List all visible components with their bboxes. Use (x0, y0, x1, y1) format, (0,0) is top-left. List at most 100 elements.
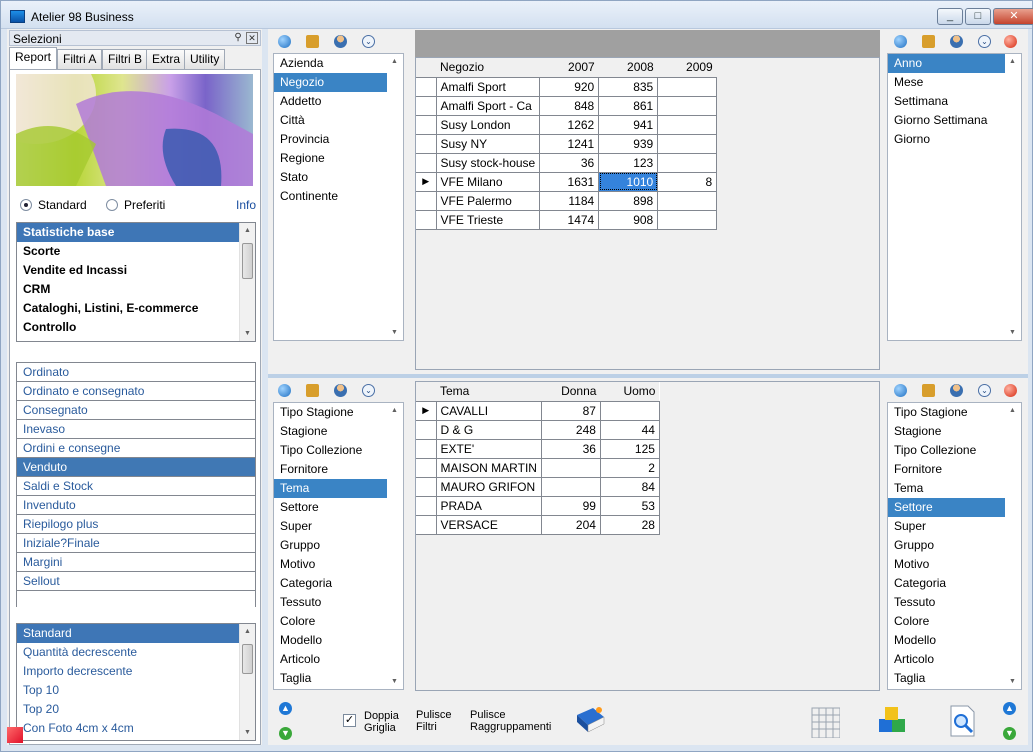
category-item[interactable]: Scorte (17, 242, 255, 261)
sort-item[interactable]: Top 20 (17, 700, 255, 719)
col-field-item[interactable]: Giorno (888, 130, 1021, 149)
grid-cell[interactable]: 835 (598, 76, 659, 97)
grid-cell-current[interactable]: 1010 (598, 171, 659, 192)
col-field-item[interactable]: Categoria (888, 574, 1021, 593)
table-row-current[interactable]: ▶ CAVALLI 87 (416, 400, 660, 421)
preferiti-radio[interactable] (106, 199, 118, 211)
col-field-item[interactable]: Taglia (888, 669, 1021, 688)
grid-cell[interactable]: 898 (598, 190, 659, 211)
tab-filtri-b[interactable]: Filtri B (102, 49, 148, 69)
row-field-item[interactable]: Provincia (274, 130, 403, 149)
box-icon[interactable] (306, 384, 319, 397)
user-icon[interactable] (950, 35, 963, 48)
top-col-scrollbar[interactable]: ▲ ▼ (1005, 54, 1021, 340)
grid-header[interactable]: 2008 (598, 58, 658, 77)
doppia-griglia-checkbox[interactable]: ✓ (343, 714, 356, 727)
grid-cell[interactable] (657, 190, 718, 211)
table-row[interactable]: VERSACE 204 28 (416, 514, 660, 535)
row-field-item[interactable]: Tessuto (274, 593, 403, 612)
pulisce-filtri-button-1[interactable]: Pulisce (416, 709, 451, 721)
dropdown-icon[interactable]: ⌄ (978, 35, 991, 48)
table-row[interactable]: D & G 248 44 (416, 419, 660, 440)
box-icon[interactable] (922, 35, 935, 48)
report-item[interactable]: Ordinato (17, 363, 255, 382)
box-icon[interactable] (306, 35, 319, 48)
sort-item[interactable]: Importo decrescente (17, 662, 255, 681)
pane-splitter[interactable] (268, 374, 1028, 378)
sort-list[interactable]: Standard Quantità decrescente Importo de… (16, 623, 256, 741)
grid-header[interactable]: Tema (436, 382, 542, 401)
col-field-item[interactable]: Tessuto (888, 593, 1021, 612)
row-field-item[interactable]: Stagione (274, 422, 403, 441)
grid-header[interactable]: Uomo (600, 382, 660, 401)
row-field-item[interactable]: Categoria (274, 574, 403, 593)
grid-cell[interactable]: 87 (540, 400, 601, 421)
search-doc-icon[interactable] (946, 704, 980, 738)
top-pivot-grid[interactable]: Negozio 2007 2008 2009 Amalfi Sport 920 83… (415, 57, 880, 370)
user-icon[interactable] (950, 384, 963, 397)
grid-cell[interactable] (657, 114, 718, 135)
category-item[interactable]: Statistiche base (17, 223, 255, 242)
top-row-fields[interactable]: Azienda Negozio Addetto Città Provincia … (273, 53, 404, 341)
sort-item[interactable]: Top 10 (17, 681, 255, 700)
close-pane-icon[interactable]: ✕ (246, 32, 258, 44)
grid-cell[interactable] (657, 95, 718, 116)
col-field-item[interactable]: Tipo Stagione (888, 403, 1021, 422)
row-field-item[interactable]: Colore (274, 612, 403, 631)
grid-cell[interactable] (540, 457, 601, 478)
globe-icon[interactable] (894, 384, 907, 397)
table-row[interactable]: EXTE' 36 125 (416, 438, 660, 459)
pulisce-raggruppamenti-button-1[interactable]: Pulisce (470, 709, 505, 721)
pin-icon[interactable]: ⚲ (232, 32, 244, 44)
col-field-item[interactable]: Tema (888, 479, 1021, 498)
cubes-icon[interactable] (876, 704, 910, 738)
grid-cell[interactable]: 36 (539, 152, 600, 173)
grid-cell[interactable]: 861 (598, 95, 659, 116)
table-row-current[interactable]: ▶ VFE Milano 1631 1010 8 (416, 171, 718, 192)
top-col-fields[interactable]: Anno Mese Settimana Giorno Settimana Gio… (887, 53, 1022, 341)
dropdown-icon[interactable]: ⌄ (362, 384, 375, 397)
table-row[interactable]: MAISON MARTIN 2 (416, 457, 660, 478)
row-field-item[interactable]: Continente (274, 187, 403, 206)
row-field-item[interactable]: Super (274, 517, 403, 536)
report-item[interactable]: Sellout (17, 572, 255, 591)
grid-cell[interactable]: VFE Palermo (435, 190, 541, 211)
row-field-item[interactable]: Addetto (274, 92, 403, 111)
grid-cell[interactable]: 1474 (539, 209, 600, 230)
table-row[interactable]: VFE Trieste 1474 908 (416, 209, 718, 230)
row-field-item[interactable]: Fornitore (274, 460, 403, 479)
grid-icon[interactable] (806, 704, 840, 738)
col-field-item[interactable]: Fornitore (888, 460, 1021, 479)
record-icon[interactable] (1004, 35, 1017, 48)
arrow-up-icon[interactable]: ▲ (279, 702, 292, 715)
col-field-item-selected[interactable]: Anno (888, 54, 1021, 73)
sort-scrollbar[interactable]: ▲ ▼ (239, 624, 255, 740)
arrow-down-icon[interactable]: ▼ (279, 727, 292, 740)
col-field-item[interactable]: Motivo (888, 555, 1021, 574)
grid-cell[interactable] (599, 400, 660, 421)
table-row[interactable]: Susy London 1262 941 (416, 114, 718, 135)
col-field-item[interactable]: Gruppo (888, 536, 1021, 555)
sort-item[interactable]: Quantità decrescente (17, 643, 255, 662)
book-icon[interactable] (573, 703, 607, 737)
grid-cell[interactable]: Amalfi Sport (435, 76, 541, 97)
grid-cell[interactable]: 2 (599, 457, 660, 478)
category-list[interactable]: Statistiche base Scorte Vendite ed Incas… (16, 222, 256, 342)
grid-header[interactable]: Negozio (436, 58, 540, 77)
grid-cell[interactable]: 99 (540, 495, 601, 516)
sort-item[interactable]: Standard (17, 624, 255, 643)
arrow-down-icon[interactable]: ▼ (1003, 727, 1016, 740)
col-field-item[interactable]: Settimana (888, 92, 1021, 111)
grid-cell[interactable]: 1262 (539, 114, 600, 135)
grid-cell[interactable]: VFE Milano (435, 171, 541, 192)
grid-cell[interactable]: Susy stock-house (435, 152, 541, 173)
grid-cell[interactable]: Susy NY (435, 133, 541, 154)
report-item[interactable]: Ordinato e consegnato (17, 382, 255, 401)
col-field-item[interactable]: Mese (888, 73, 1021, 92)
report-item[interactable]: Iniziale?Finale (17, 534, 255, 553)
grid-cell[interactable]: CAVALLI (435, 400, 542, 421)
col-field-item-selected[interactable]: Settore (888, 498, 1021, 517)
row-field-item[interactable]: Settore (274, 498, 403, 517)
globe-icon[interactable] (278, 35, 291, 48)
grid-cell[interactable]: 8 (657, 171, 718, 192)
